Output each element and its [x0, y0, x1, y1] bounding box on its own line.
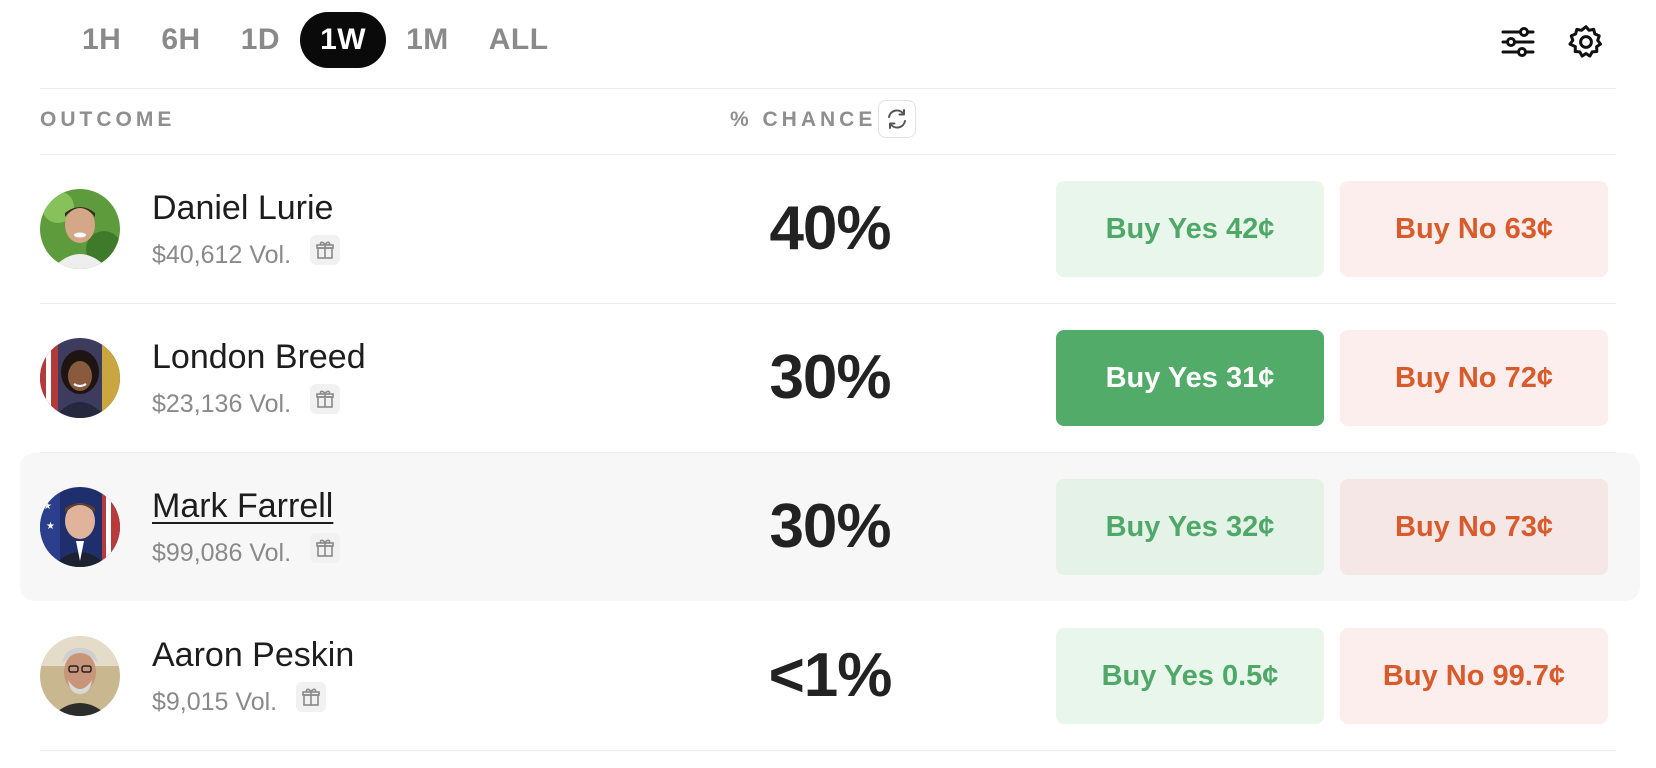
gift-icon [316, 241, 334, 259]
outcome-volume: $99,086 Vol. [152, 539, 292, 567]
gear-icon [1568, 25, 1603, 58]
buy-yes-button[interactable]: Buy Yes 0.5¢ [1056, 628, 1324, 724]
buy-yes-button[interactable]: Buy Yes 32¢ [1056, 479, 1324, 575]
gift-button[interactable] [310, 235, 340, 265]
outcome-name[interactable]: Aaron Peskin [152, 636, 354, 675]
outcome-row[interactable]: Daniel Lurie $40,612 Vol. 40% Buy Yes 42… [40, 155, 1616, 304]
outcome-column-header: OUTCOME [40, 108, 176, 131]
gift-icon [302, 688, 320, 706]
svg-text:★: ★ [43, 501, 52, 512]
range-1m[interactable]: 1M [386, 12, 469, 68]
outcome-volume: $40,612 Vol. [152, 241, 292, 269]
avatar [40, 189, 120, 269]
filter-button[interactable] [1498, 22, 1538, 62]
avatar [40, 636, 120, 716]
toolbar-icons [1498, 22, 1606, 62]
gift-icon [316, 539, 334, 557]
buy-no-button[interactable]: Buy No 99.7¢ [1340, 628, 1608, 724]
chance-value: 40% [769, 194, 891, 263]
buy-no-button[interactable]: Buy No 63¢ [1340, 181, 1608, 277]
refresh-icon [888, 109, 906, 129]
range-1d[interactable]: 1D [221, 12, 300, 68]
outcome-name[interactable]: Daniel Lurie [152, 189, 333, 228]
buy-no-button[interactable]: Buy No 72¢ [1340, 330, 1608, 426]
outcome-row[interactable]: London Breed $23,136 Vol. 30% Buy Yes 31… [40, 304, 1616, 453]
outcome-row[interactable]: Aaron Peskin $9,015 Vol. <1% Buy Yes 0.5… [40, 602, 1616, 751]
svg-text:★: ★ [46, 521, 55, 532]
sliders-icon [1501, 27, 1535, 57]
buy-yes-button[interactable]: Buy Yes 42¢ [1056, 181, 1324, 277]
outcome-volume: $23,136 Vol. [152, 390, 292, 418]
chance-value: 30% [769, 492, 891, 561]
range-all[interactable]: ALL [469, 12, 569, 68]
buy-yes-button[interactable]: Buy Yes 31¢ [1056, 330, 1324, 426]
chance-value: 30% [769, 343, 891, 412]
gift-button[interactable] [310, 384, 340, 414]
outcome-row[interactable]: ★ ★ Mark Farrell $99,086 Vol. 30% Buy Ye… [20, 453, 1640, 601]
table-header: OUTCOME % CHANCE [40, 88, 1616, 155]
range-1w[interactable]: 1W [300, 12, 387, 68]
avatar: ★ ★ [40, 487, 120, 567]
avatar [40, 338, 120, 418]
chance-column-header: % CHANCE [730, 108, 877, 131]
chance-value: <1% [768, 641, 893, 710]
refresh-button[interactable] [878, 100, 916, 138]
outcome-name[interactable]: London Breed [152, 338, 366, 377]
gift-button[interactable] [310, 533, 340, 563]
outcome-volume: $9,015 Vol. [152, 688, 278, 716]
range-1h[interactable]: 1H [62, 12, 141, 68]
gift-icon [316, 390, 334, 408]
gift-button[interactable] [296, 682, 326, 712]
time-range-selector: 1H 6H 1D 1W 1M ALL [62, 12, 569, 68]
buy-no-button[interactable]: Buy No 73¢ [1340, 479, 1608, 575]
time-range-bar: 1H 6H 1D 1W 1M ALL [40, 0, 1616, 89]
range-6h[interactable]: 6H [141, 12, 220, 68]
outcome-name[interactable]: Mark Farrell [152, 487, 333, 526]
settings-button[interactable] [1566, 22, 1606, 62]
